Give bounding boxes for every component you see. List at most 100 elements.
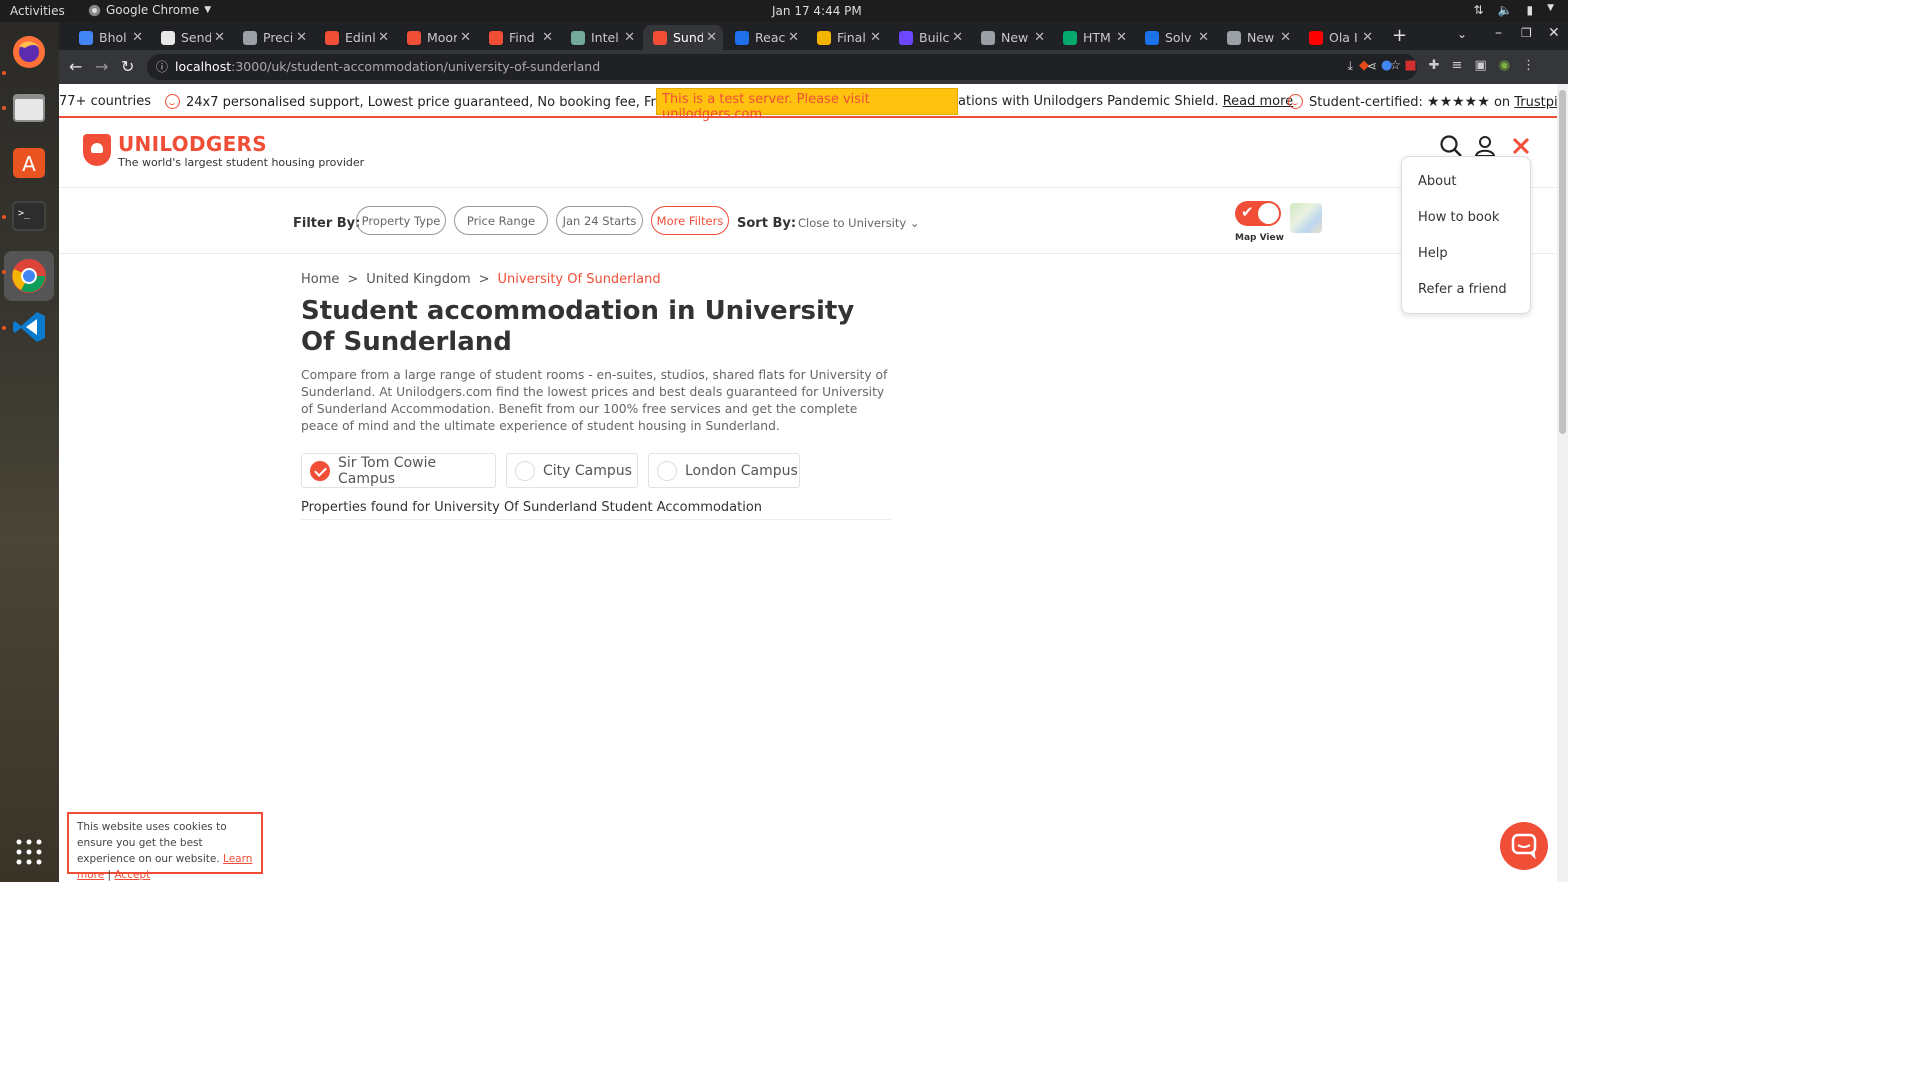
chat-bubble-icon [1511, 833, 1537, 860]
close-tab-icon[interactable]: ✕ [1280, 30, 1291, 45]
files-icon[interactable] [9, 87, 49, 127]
campus-option-sir-tom-cowie[interactable]: Sir Tom Cowie Campus [301, 453, 496, 488]
menu-item-refer-a-friend[interactable]: Refer a friend [1418, 282, 1507, 297]
browser-toolbar: ← → ↻ ⓘ localhost:3000/uk/student-accomm… [59, 50, 1568, 84]
vscode-icon[interactable] [9, 307, 49, 347]
tab-title: Ola I [1329, 30, 1358, 45]
map-view-toggle[interactable]: ✔ [1235, 201, 1281, 226]
close-tab-icon[interactable]: ✕ [1362, 30, 1373, 45]
menu-item-about[interactable]: About [1418, 174, 1456, 189]
read-more-link[interactable]: Read more [1223, 94, 1293, 109]
close-icon[interactable] [1509, 134, 1533, 158]
checked-radio-icon [310, 460, 330, 481]
close-tab-icon[interactable]: ✕ [214, 30, 225, 45]
campus-option-london[interactable]: London Campus [648, 453, 800, 488]
app-grid-icon[interactable] [9, 832, 49, 872]
browser-tab[interactable]: Ola I ✕ [1299, 25, 1379, 50]
start-date-filter[interactable]: Jan 24 Starts [556, 206, 643, 235]
system-tray[interactable]: ⇅ 🔈 ▮ ▼ [1473, 3, 1554, 17]
search-icon[interactable] [1439, 134, 1463, 158]
close-tab-icon[interactable]: ✕ [542, 30, 553, 45]
close-tab-icon[interactable]: ✕ [1198, 30, 1209, 45]
close-tab-icon[interactable]: ✕ [378, 30, 389, 45]
terminal-icon[interactable]: >_ [9, 196, 49, 236]
browser-tab[interactable]: New ✕ [1217, 25, 1297, 50]
tab-search-icon[interactable]: ⌄ [1457, 27, 1467, 41]
chat-button[interactable] [1500, 822, 1548, 870]
close-tab-icon[interactable]: ✕ [952, 30, 963, 45]
ticker-pandemic: ations with Unilodgers Pandemic Shield. … [958, 94, 1293, 109]
app-menu[interactable]: Google Chrome ▼ [88, 3, 211, 17]
activities-button[interactable]: Activities [10, 4, 65, 18]
browser-tab[interactable]: Bhol ✕ [69, 25, 149, 50]
more-menu-icon[interactable]: ⋮ [1522, 58, 1535, 73]
close-tab-icon[interactable]: ✕ [296, 30, 307, 45]
scrollbar-thumb[interactable] [1559, 90, 1566, 434]
site-info-icon[interactable]: ⓘ [156, 58, 168, 75]
extension-color-icon[interactable]: ◆ [1359, 58, 1369, 73]
sort-select[interactable]: Close to University ⌄ [798, 216, 920, 230]
address-bar[interactable]: ⓘ localhost:3000/uk/student-accommodatio… [147, 54, 1417, 80]
extension-globe-icon[interactable]: ● [1381, 58, 1392, 73]
tab-favicon-icon [735, 30, 749, 45]
browser-tab[interactable]: Find ✕ [479, 25, 559, 50]
properties-found-text: Properties found for University Of Sunde… [301, 500, 891, 520]
url-path: :3000/uk/student-accommodation/universit… [231, 59, 601, 74]
extensions-puzzle-icon[interactable]: ✚ [1429, 58, 1440, 73]
browser-tab[interactable]: HTM ✕ [1053, 25, 1133, 50]
close-tab-icon[interactable]: ✕ [460, 30, 471, 45]
new-tab-button[interactable]: + [1392, 25, 1407, 46]
browser-tab[interactable]: Edinl ✕ [315, 25, 395, 50]
close-tab-icon[interactable]: ✕ [706, 30, 717, 45]
reload-icon[interactable]: ↻ [121, 57, 134, 76]
firefox-icon[interactable] [9, 32, 49, 72]
network-icon: ⇅ [1473, 3, 1484, 17]
accept-cookies-button[interactable]: Accept [114, 869, 150, 881]
menu-item-how-to-book[interactable]: How to book [1418, 210, 1499, 225]
price-range-filter[interactable]: Price Range [454, 206, 548, 235]
close-tab-icon[interactable]: ✕ [1034, 30, 1045, 45]
browser-tab[interactable]: Builc ✕ [889, 25, 969, 50]
trustpilot-link[interactable]: Trustpilot [1514, 95, 1557, 110]
extension-red-icon[interactable]: ■ [1404, 58, 1416, 73]
map-thumbnail-icon[interactable] [1290, 203, 1322, 233]
property-type-filter[interactable]: Property Type [356, 206, 446, 235]
close-tab-icon[interactable]: ✕ [132, 30, 143, 45]
browser-tab[interactable]: Solv ✕ [1135, 25, 1215, 50]
reading-list-icon[interactable]: ≡ [1452, 58, 1463, 73]
scrollbar[interactable] [1557, 84, 1568, 882]
browser-tab[interactable]: Reac ✕ [725, 25, 805, 50]
breadcrumb: Home > United Kingdom > University Of Sunder… [301, 272, 661, 287]
software-center-icon[interactable]: A [9, 142, 49, 182]
close-tab-icon[interactable]: ✕ [1116, 30, 1127, 45]
browser-tab[interactable]: Preci ✕ [233, 25, 313, 50]
browser-tab[interactable]: New ✕ [971, 25, 1051, 50]
browser-tab[interactable]: Send ✕ [151, 25, 231, 50]
browser-tab[interactable]: Final ✕ [807, 25, 887, 50]
test-server-banner: This is a test server. Please visit unil… [656, 88, 958, 122]
close-tab-icon[interactable]: ✕ [788, 30, 799, 45]
campus-option-city[interactable]: City Campus [506, 453, 638, 488]
browser-tab[interactable]: Sund ✕ [643, 25, 723, 50]
close-tab-icon[interactable]: ✕ [624, 30, 635, 45]
forward-icon[interactable]: → [95, 57, 108, 76]
chrome-icon[interactable] [4, 251, 54, 301]
more-filters-button[interactable]: More Filters [651, 206, 729, 235]
clock[interactable]: Jan 17 4:44 PM [772, 4, 862, 18]
browser-tab[interactable]: Intel ✕ [561, 25, 641, 50]
breadcrumb-country[interactable]: United Kingdom [366, 272, 470, 287]
browser-tab[interactable]: Moor ✕ [397, 25, 477, 50]
install-icon[interactable]: ⤓ [1347, 58, 1353, 74]
side-panel-icon[interactable]: ▣ [1474, 58, 1486, 73]
close-window-button[interactable]: ✕ [1548, 25, 1560, 41]
ticker-countries: 77+ countries [59, 94, 151, 109]
back-icon[interactable]: ← [69, 57, 82, 76]
breadcrumb-home[interactable]: Home [301, 272, 339, 287]
user-icon[interactable] [1473, 134, 1497, 158]
profile-avatar[interactable]: ◉ [1499, 58, 1510, 73]
minimize-button[interactable]: – [1495, 25, 1502, 41]
menu-item-help[interactable]: Help [1418, 246, 1448, 261]
close-tab-icon[interactable]: ✕ [870, 30, 881, 45]
cookie-notice: This website uses cookies to ensure you … [67, 812, 263, 881]
restore-button[interactable]: ❐ [1521, 26, 1532, 40]
